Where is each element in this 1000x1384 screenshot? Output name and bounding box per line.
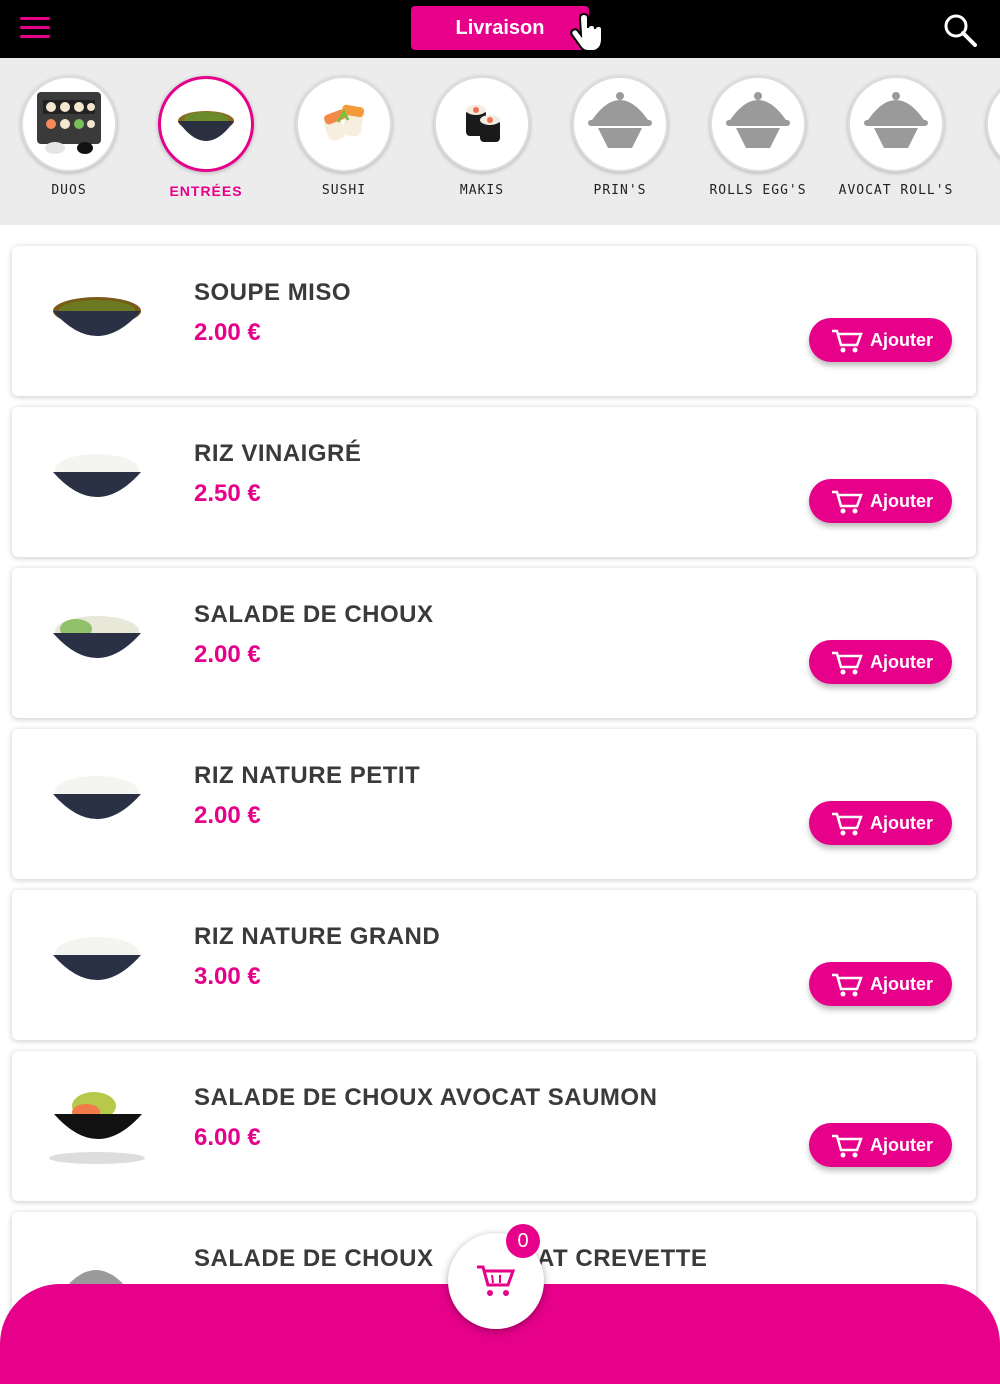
rice-bowl-image [53,937,141,980]
search-icon[interactable] [942,12,978,48]
cart-icon [477,1265,516,1296]
add-to-cart-button[interactable]: Ajouter [809,1123,952,1167]
add-button-label: Ajouter [870,974,933,994]
add-button-label: Ajouter [870,813,933,833]
product-name-continuation: AT CREVETTE [537,1245,708,1272]
product-card: SALADE DE CHOUX AVOCAT SAUMON 6.00 € Ajo… [12,1051,976,1201]
add-to-cart-button[interactable]: Ajouter [809,318,952,362]
salmon-avocado-bowl-image [49,1092,145,1164]
category-duos[interactable]: DUOS [0,76,138,200]
product-name: RIZ NATURE PETIT [194,762,421,789]
product-name: SALADE DE CHOUX [194,1245,434,1272]
cart-icon [832,973,863,997]
sushi-image [296,76,392,172]
add-to-cart-button[interactable]: Ajouter [809,962,952,1006]
category-entrees[interactable]: ENTRÉES [137,76,275,200]
product-card: SALADE DE CHOUX 2.00 € Ajouter [12,568,976,718]
cart-count-badge: 0 [506,1224,540,1258]
miso-soup-bowl-image [53,297,141,336]
product-card: RIZ VINAIGRÉ 2.50 € Ajouter [12,407,976,557]
soup-bowl-image [158,76,254,172]
product-name: RIZ VINAIGRÉ [194,440,362,467]
category-next[interactable]: Y [965,76,1000,200]
add-button-label: Ajouter [870,1135,933,1155]
delivery-mode-button[interactable]: Livraison [411,6,589,50]
add-to-cart-button[interactable]: Ajouter [809,801,952,845]
cart-icon [832,651,863,675]
rice-bowl-image [53,454,141,497]
cloche-icon [572,76,668,172]
product-price: 2.50 € [194,480,261,507]
add-to-cart-button[interactable]: Ajouter [809,479,952,523]
top-bar: Livraison [0,0,1000,58]
add-button-label: Ajouter [870,330,933,350]
product-card: RIZ NATURE PETIT 2.00 € Ajouter [12,729,976,879]
maki-image [434,76,530,172]
cart-icon [832,329,863,353]
product-name: SOUPE MISO [194,279,352,306]
cloche-icon [986,76,1000,172]
add-button-label: Ajouter [870,652,933,672]
add-button-label: Ajouter [870,491,933,511]
product-price: 3.00 € [194,963,261,990]
cart-icon [832,490,863,514]
category-rolls-eggs[interactable]: ROLLS EGG'S [689,76,827,200]
duos-platter-image [21,76,117,172]
category-makis[interactable]: MAKIS [413,76,551,200]
hand-cursor-icon [570,12,603,52]
cart-icon [832,812,863,836]
cart-icon [832,1134,863,1158]
category-strip: DUOS ENTRÉES SUSHI MAKIS PRIN'S ROLLS EG… [0,58,1000,225]
hamburger-menu-icon[interactable] [20,17,50,41]
category-avocat-rolls[interactable]: AVOCAT ROLL'S [827,76,965,200]
cabbage-salad-bowl-image [53,616,141,658]
product-price: 6.00 € [194,1124,261,1151]
product-card: RIZ NATURE GRAND 3.00 € Ajouter [12,890,976,1040]
product-card: SOUPE MISO 2.00 € Ajouter [12,246,976,396]
product-price: 2.00 € [194,319,261,346]
category-prins[interactable]: PRIN'S [551,76,689,200]
add-to-cart-button[interactable]: Ajouter [809,640,952,684]
rice-bowl-image [53,776,141,819]
product-name: SALADE DE CHOUX AVOCAT SAUMON [194,1084,658,1111]
category-sushi[interactable]: SUSHI [275,76,413,200]
cloche-icon [710,76,806,172]
product-price: 2.00 € [194,641,261,668]
cloche-icon [848,76,944,172]
product-price: 2.00 € [194,802,261,829]
product-name: SALADE DE CHOUX [194,601,434,628]
product-name: RIZ NATURE GRAND [194,923,441,950]
